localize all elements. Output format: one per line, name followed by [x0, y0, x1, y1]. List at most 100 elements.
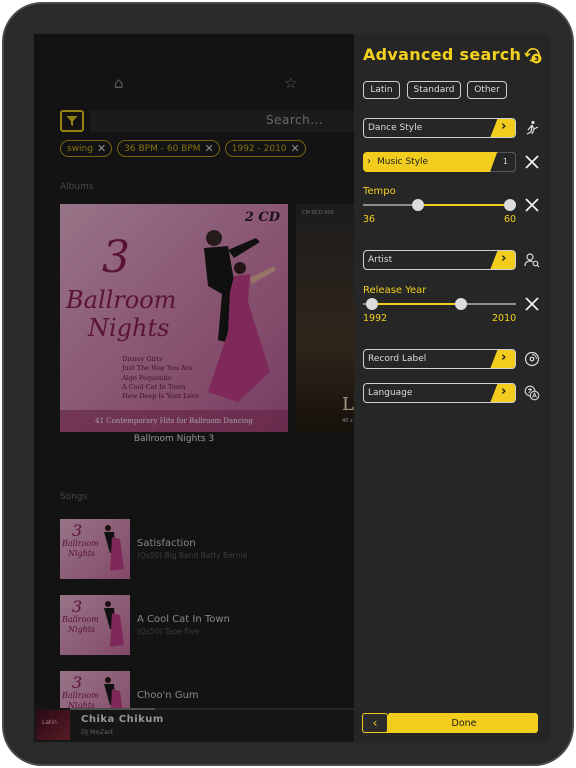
search-input[interactable]: Search... [90, 110, 354, 132]
album-cover-letter: L [342, 394, 354, 415]
music-style-label: Music Style [377, 157, 429, 167]
chevron-right-icon [490, 350, 515, 368]
song-title: Satisfaction [137, 538, 196, 549]
language-select[interactable]: Language [363, 383, 516, 403]
album-track: A Cool Cat In Town [122, 382, 186, 391]
song-title: Choo'n Gum [137, 690, 199, 701]
filter-chip[interactable]: swing ✕ [60, 140, 113, 157]
album-cover-small-text: 40 s [342, 418, 353, 424]
song-row[interactable]: 3 Ballroom Nights A Cool Cat In Town (Qs5… [60, 595, 354, 657]
chevron-right-icon [490, 384, 515, 402]
playback-progress[interactable] [70, 708, 354, 710]
reset-count: 3 [534, 55, 539, 63]
advanced-search-panel: Advanced search 3 Latin Standard Other D… [354, 34, 550, 742]
thumb-number: 3 [72, 597, 83, 616]
chevron-right-icon: › [367, 156, 371, 167]
done-button[interactable]: Done [380, 713, 538, 733]
active-filter-chips: swing ✕ 36 BPM - 60 BPM ✕ 1992 - 2010 ✕ [60, 140, 306, 157]
panel-title: Advanced search [363, 45, 522, 64]
thumb-number: 3 [72, 521, 83, 540]
tempo-slider[interactable] [363, 199, 516, 211]
albums-section-label: Albums [60, 182, 94, 192]
dance-style-label: Dance Style [368, 123, 423, 133]
done-bar: Done ‹ [362, 713, 539, 733]
album-cover-label: CM DCD 500 [302, 210, 334, 216]
back-button[interactable]: ‹ [362, 713, 388, 733]
thumb-number: 3 [72, 673, 83, 692]
filter-chip-label: 1992 - 2010 [231, 143, 287, 154]
app-screen: ⌂ ☆ Search... swing ✕ 36 BPM - 60 BPM ✕ … [34, 34, 550, 742]
artist-select[interactable]: Artist [363, 250, 516, 270]
song-thumbnail: 3 Ballroom Nights [60, 519, 130, 579]
reset-refresh-icon[interactable]: 3 [524, 46, 542, 64]
filter-funnel-icon [66, 116, 78, 126]
album-cover-footer: 41 Contemporary Hits for Ballroom Dancin… [60, 410, 288, 432]
album-title: Ballroom Nights 3 [133, 434, 215, 444]
dancers-illustration [104, 601, 124, 647]
song-title: A Cool Cat In Town [137, 614, 230, 625]
song-subtitle: (Qs50) Tape Five [137, 627, 200, 636]
release-year-max-value: 2010 [492, 313, 517, 324]
dancer-icon [526, 120, 539, 135]
chevron-right-icon [490, 251, 515, 269]
album-track: Algo Pequenito [122, 373, 172, 382]
close-icon[interactable]: ✕ [291, 143, 300, 154]
thumb-title: Ballroom Nights [62, 539, 99, 558]
release-year-slider-fill [372, 303, 461, 305]
record-label-select[interactable]: Record Label [363, 349, 516, 369]
now-playing-artist: DJ MoZart [81, 728, 114, 736]
tag-latin-button[interactable]: Latin [363, 81, 400, 99]
album-track: How Deep Is Your Love [122, 392, 200, 401]
thumb-title: Ballroom Nights [62, 615, 99, 634]
music-style-select[interactable]: › Music Style 1 [363, 152, 516, 172]
release-year-label: Release Year [363, 285, 427, 296]
close-icon[interactable]: ✕ [97, 143, 106, 154]
album-card[interactable]: 2 CD 3 Ballroom Nights Disney Girls Just… [60, 204, 288, 432]
now-playing-title: Chika Chikum [81, 714, 164, 725]
close-icon[interactable] [524, 154, 540, 170]
now-playing-bar[interactable]: Latin Chika Chikum DJ MoZart [34, 708, 354, 742]
tempo-label: Tempo [363, 186, 396, 197]
search-placeholder: Search... [266, 113, 324, 127]
filter-chip-label: 36 BPM - 60 BPM [124, 143, 201, 154]
music-style-count: 1 [490, 152, 516, 172]
song-subtitle: (Qs50) Big Band Batty Bernie [137, 551, 248, 560]
album-cover-title-line1: Ballroom [66, 286, 177, 314]
language-label: Language [368, 388, 413, 398]
song-row[interactable]: 3 Ballroom Nights Satisfaction (Qs50) Big… [60, 519, 354, 581]
artist-label: Artist [368, 255, 393, 265]
home-icon[interactable]: ⌂ [114, 74, 124, 92]
vinyl-record-icon [524, 351, 540, 367]
filter-chip[interactable]: 36 BPM - 60 BPM ✕ [117, 140, 220, 157]
song-thumbnail: 3 Ballroom Nights [60, 595, 130, 655]
release-year-min-handle[interactable] [366, 298, 379, 310]
close-icon[interactable]: ✕ [205, 143, 214, 154]
star-icon[interactable]: ☆ [284, 74, 297, 92]
tempo-min-handle[interactable] [412, 199, 425, 211]
release-year-max-handle[interactable] [454, 298, 467, 310]
chevron-left-icon: ‹ [372, 716, 378, 730]
album-cover-title-line2: Nights [88, 314, 170, 342]
tag-standard-button[interactable]: Standard [407, 81, 461, 99]
tag-other-button[interactable]: Other [467, 81, 507, 99]
album-cover-number: 3 [102, 232, 130, 283]
filter-button[interactable] [60, 110, 84, 132]
tempo-slider-fill [418, 204, 510, 206]
record-label-label: Record Label [368, 354, 427, 364]
person-search-icon [524, 253, 540, 268]
album-track-list: Disney Girls Just The Way You Are Algo P… [122, 355, 199, 401]
album-card[interactable]: CM DCD 500 L 40 s [296, 204, 354, 432]
release-year-slider[interactable] [363, 298, 516, 310]
device-frame: ⌂ ☆ Search... swing ✕ 36 BPM - 60 BPM ✕ … [2, 2, 574, 766]
dance-style-select[interactable]: Dance Style [363, 118, 516, 138]
chevron-right-icon [490, 119, 515, 137]
tempo-max-value: 60 [504, 214, 517, 225]
filter-chip[interactable]: 1992 - 2010 ✕ [224, 140, 306, 157]
dancers-illustration [104, 525, 124, 571]
tempo-max-handle[interactable] [503, 199, 516, 211]
now-playing-thumbnail: Latin [36, 710, 70, 740]
close-icon[interactable] [524, 296, 540, 312]
close-icon[interactable] [524, 197, 540, 213]
now-playing-thumb-text: Latin [42, 719, 57, 726]
album-track: Disney Girls [122, 355, 163, 363]
